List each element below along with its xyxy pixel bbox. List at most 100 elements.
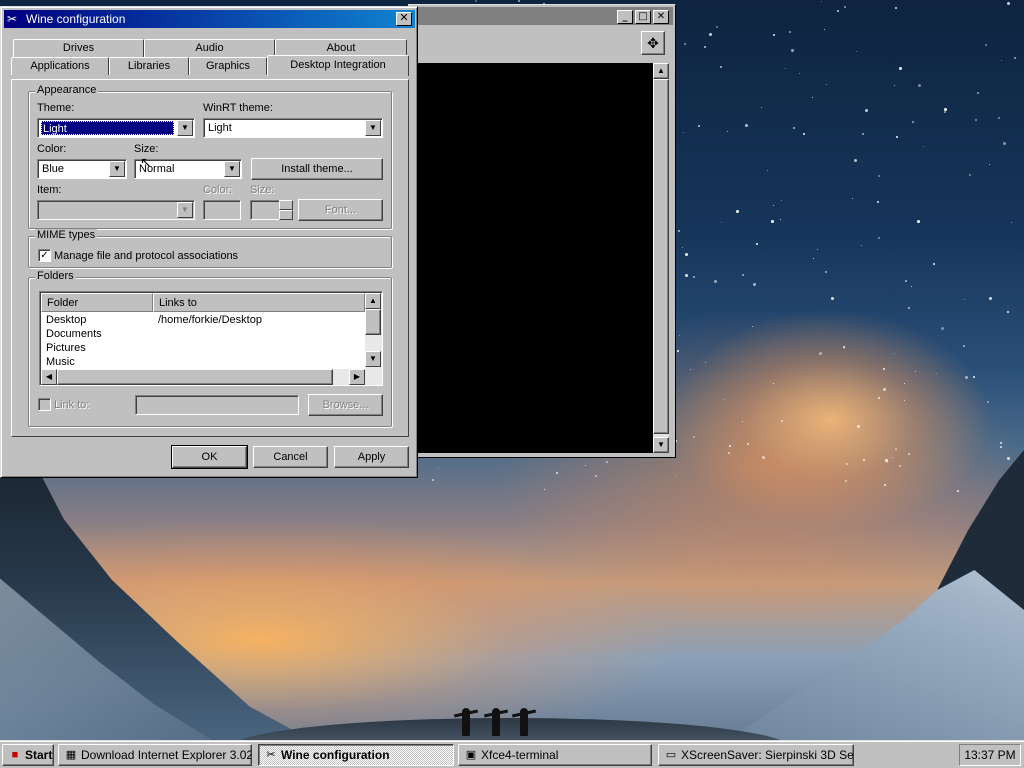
star: [736, 210, 739, 213]
scroll-left-icon[interactable]: ◀: [41, 369, 57, 385]
install-theme-button[interactable]: Install theme...: [251, 158, 383, 180]
chevron-down-icon[interactable]: ▼: [177, 120, 193, 136]
star: [856, 51, 857, 52]
ok-button[interactable]: OK: [171, 445, 248, 469]
star: [819, 352, 822, 355]
close-button[interactable]: ✕: [396, 12, 412, 26]
item-size-stepper[interactable]: [279, 200, 293, 220]
terminal-screen[interactable]: [417, 63, 653, 453]
item-size-field[interactable]: [250, 200, 280, 220]
tab-drives[interactable]: Drives: [13, 39, 144, 57]
terminal-scrollbar[interactable]: ▲ ▼: [653, 63, 669, 453]
apply-button[interactable]: Apply: [334, 446, 409, 468]
task-button-xscreensaver[interactable]: ▭ XScreenSaver: Sierpinski 3D Set...: [658, 744, 854, 766]
task-button-terminal[interactable]: ▣ Xfce4-terminal: [458, 744, 652, 766]
cancel-button[interactable]: Cancel: [253, 446, 328, 468]
column-header-folder[interactable]: Folder: [41, 293, 153, 312]
star: [837, 10, 839, 12]
star: [894, 353, 895, 354]
terminal-titlebar[interactable]: _ □ ✕: [411, 7, 673, 25]
tab-desktop-integration[interactable]: Desktop Integration: [267, 55, 409, 76]
window-icon: ▭: [665, 749, 677, 761]
scroll-thumb[interactable]: [653, 79, 669, 434]
star: [803, 133, 805, 135]
task-label: Download Internet Explorer 3.02 (...: [81, 748, 252, 762]
star: [756, 243, 758, 245]
scroll-down-icon[interactable]: ▼: [653, 437, 669, 453]
fullscreen-icon[interactable]: ✥: [641, 31, 665, 55]
star: [747, 443, 749, 445]
list-item[interactable]: Desktop: [46, 313, 86, 327]
column-header-links-to[interactable]: Links to: [153, 293, 365, 312]
tab-audio[interactable]: Audio: [144, 39, 275, 57]
star: [678, 230, 680, 232]
star: [729, 445, 731, 447]
list-item[interactable]: Music: [46, 355, 75, 369]
star: [585, 465, 586, 466]
star: [865, 109, 868, 112]
star: [989, 164, 990, 165]
star: [899, 465, 901, 467]
star: [728, 452, 730, 454]
manage-associations-checkbox[interactable]: ✓: [38, 249, 51, 262]
start-button[interactable]: ■ Start: [2, 744, 54, 766]
wine-configuration-dialog[interactable]: ✂ Wine configuration ✕ Drives Audio Abou…: [0, 6, 418, 478]
scroll-thumb[interactable]: [57, 369, 333, 385]
tab-graphics[interactable]: Graphics: [189, 57, 267, 75]
star: [544, 489, 545, 490]
star: [944, 108, 947, 111]
winrt-theme-select[interactable]: Light ▼: [203, 118, 383, 138]
scroll-thumb[interactable]: [365, 309, 381, 335]
color-select[interactable]: Blue ▼: [37, 159, 127, 179]
theme-select[interactable]: Light ▼: [37, 118, 195, 138]
minimize-button[interactable]: _: [617, 10, 633, 24]
star: [899, 67, 902, 70]
scroll-up-icon[interactable]: ▲: [365, 293, 381, 309]
scroll-down-icon[interactable]: ▼: [365, 351, 381, 367]
folders-vscroll[interactable]: ▲ ▼: [365, 293, 382, 369]
star: [963, 345, 965, 347]
item-select[interactable]: ▼: [37, 200, 195, 220]
terminal-window[interactable]: _ □ ✕ ✥ ▲ ▼: [408, 4, 676, 458]
item-color-field[interactable]: [203, 200, 241, 220]
folders-hscroll[interactable]: ◀ ▶: [41, 369, 382, 385]
link-to-checkbox[interactable]: [38, 398, 51, 411]
close-button[interactable]: ✕: [653, 10, 669, 24]
star: [1007, 457, 1010, 460]
star: [826, 84, 827, 85]
star: [878, 175, 880, 177]
stepper-up-icon[interactable]: [279, 200, 293, 210]
maximize-button[interactable]: □: [635, 10, 651, 24]
scroll-right-icon[interactable]: ▶: [349, 369, 365, 385]
scroll-up-icon[interactable]: ▲: [653, 63, 669, 79]
star: [676, 475, 677, 476]
star: [895, 448, 897, 450]
list-item[interactable]: Pictures: [46, 341, 86, 355]
chevron-down-icon[interactable]: ▼: [177, 202, 193, 218]
star: [432, 479, 434, 481]
font-button[interactable]: Font...: [298, 199, 383, 221]
list-item[interactable]: Documents: [46, 327, 102, 341]
star: [475, 0, 477, 2]
stepper-down-icon[interactable]: [279, 210, 293, 220]
list-item-link: /home/forkie/Desktop: [158, 314, 262, 326]
browse-button[interactable]: Browse...: [308, 394, 383, 416]
folders-list[interactable]: Folder Links to Desktop /home/forkie/Des…: [39, 291, 383, 386]
star: [771, 220, 774, 223]
link-to-field[interactable]: [135, 395, 299, 415]
tab-libraries[interactable]: Libraries: [109, 57, 189, 75]
theme-value: Light: [41, 121, 174, 135]
star: [690, 369, 691, 370]
star: [936, 373, 937, 374]
dialog-titlebar[interactable]: ✂ Wine configuration ✕: [4, 10, 415, 28]
chevron-down-icon[interactable]: ▼: [365, 120, 381, 136]
chevron-down-icon[interactable]: ▼: [224, 161, 240, 177]
star: [908, 307, 910, 309]
system-tray-clock[interactable]: 13:37 PM: [959, 744, 1021, 766]
winrt-theme-value: Light: [208, 122, 232, 134]
ie-icon: ▦: [65, 749, 77, 761]
chevron-down-icon[interactable]: ▼: [109, 161, 125, 177]
task-button-wine-configuration[interactable]: ✂ Wine configuration: [258, 744, 454, 766]
tab-applications[interactable]: Applications: [11, 57, 109, 75]
task-button-ie[interactable]: ▦ Download Internet Explorer 3.02 (...: [58, 744, 252, 766]
